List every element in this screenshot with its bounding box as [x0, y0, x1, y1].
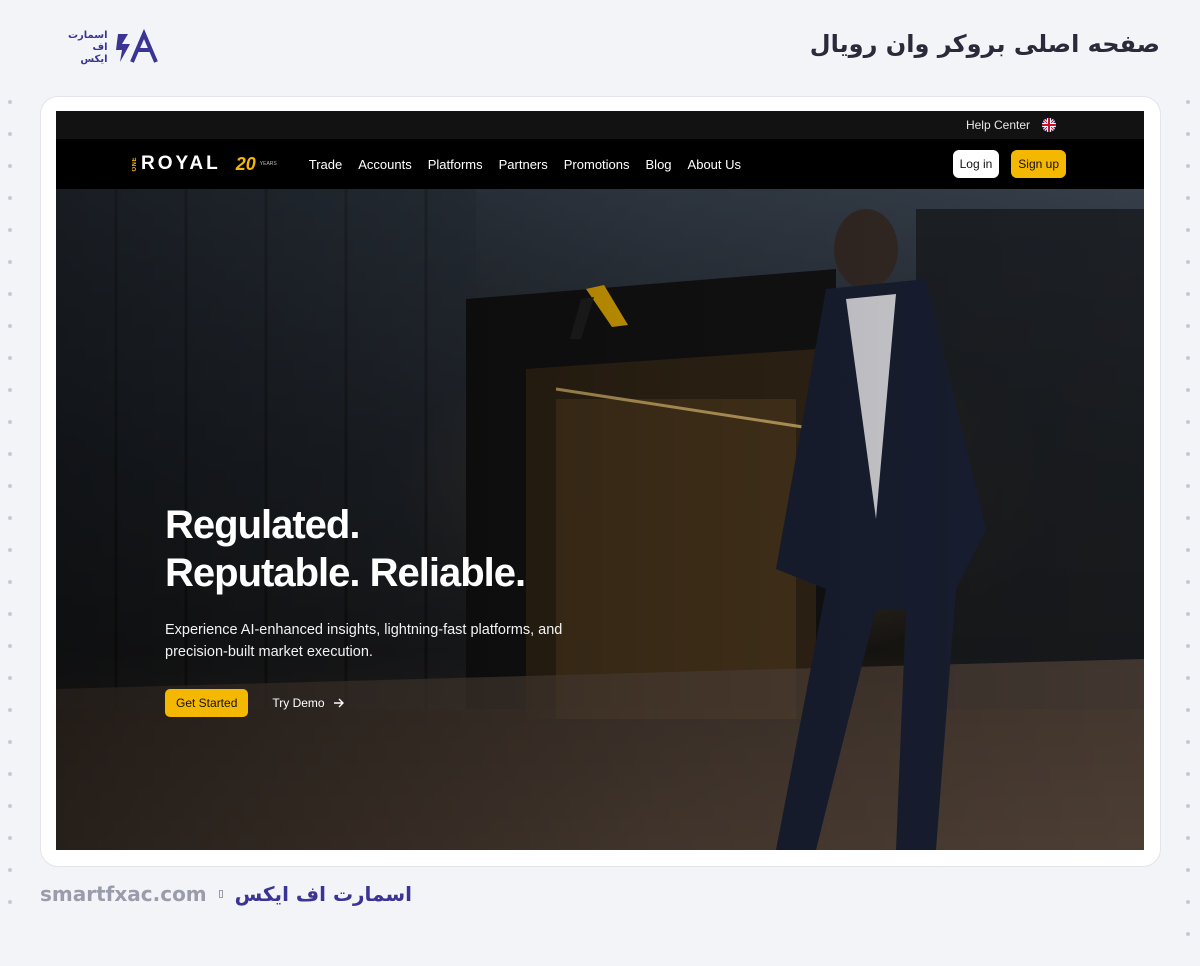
hero-subtitle: Experience AI-enhanced insights, lightni… — [165, 622, 563, 660]
get-started-button[interactable]: Get Started — [165, 689, 249, 717]
footer-separator — [218, 890, 223, 898]
help-center-link[interactable]: Help Center — [966, 118, 1030, 132]
smartfx-logo-text: اسمارت اف ایکس — [68, 30, 108, 65]
logo-word: ROYAL — [141, 153, 221, 174]
hero-title-line2: Reputable. Reliable. — [165, 551, 526, 595]
footer-brand: اسمارت اف ایکس — [234, 882, 412, 906]
article-footer: smartfxac.com اسمارت اف ایکس — [40, 882, 412, 906]
broker-homepage-screenshot: Help Center ONE ROYAL 20 YEARS Trade Acc… — [56, 111, 1144, 850]
decorative-dots-left — [8, 100, 14, 904]
main-navigation: ONE ROYAL 20 YEARS Trade Accounts Platfo… — [56, 139, 1144, 189]
try-demo-label: Try Demo — [272, 696, 325, 710]
nav-item-platforms[interactable]: Platforms — [428, 157, 483, 172]
decorative-dots-right — [1186, 100, 1192, 936]
footer-domain[interactable]: smartfxac.com — [40, 882, 207, 906]
arrow-right-icon — [333, 698, 344, 708]
hero-section: Regulated. Reputable. Reliable. Experien… — [56, 189, 1144, 850]
hero-ctas: Get Started Try Demo — [165, 689, 585, 717]
hero-title-line1: Regulated. — [165, 503, 360, 547]
utility-bar: Help Center — [56, 111, 1144, 139]
uk-flag-icon[interactable] — [1042, 118, 1056, 132]
nav-item-promotions[interactable]: Promotions — [564, 157, 630, 172]
logo-badge-suffix: YEARS — [259, 161, 277, 167]
nav-links: Trade Accounts Platforms Partners Promot… — [309, 157, 741, 172]
logo-badge: 20 — [235, 153, 256, 174]
nav-item-trade[interactable]: Trade — [309, 157, 342, 172]
nav-item-blog[interactable]: Blog — [646, 157, 672, 172]
article-title: صفحه اصلی بروکر وان رویال — [809, 30, 1160, 58]
try-demo-link[interactable]: Try Demo — [272, 696, 344, 710]
logo-prefix: ONE — [132, 156, 138, 172]
one-royal-logo[interactable]: ONE ROYAL 20 YEARS — [132, 153, 277, 175]
signup-button[interactable]: Sign up — [1011, 150, 1066, 178]
nav-actions: Log in Sign up — [952, 150, 1066, 178]
hero-title: Regulated. Reputable. Reliable. — [165, 501, 585, 597]
nav-item-partners[interactable]: Partners — [499, 157, 548, 172]
nav-item-accounts[interactable]: Accounts — [358, 157, 411, 172]
smartfx-logo[interactable]: اسمارت اف ایکس — [68, 26, 162, 70]
smartfx-mark-icon — [115, 28, 158, 63]
hero-copy: Regulated. Reputable. Reliable. Experien… — [165, 501, 585, 717]
login-button[interactable]: Log in — [952, 150, 1000, 178]
nav-item-about-us[interactable]: About Us — [688, 157, 741, 172]
